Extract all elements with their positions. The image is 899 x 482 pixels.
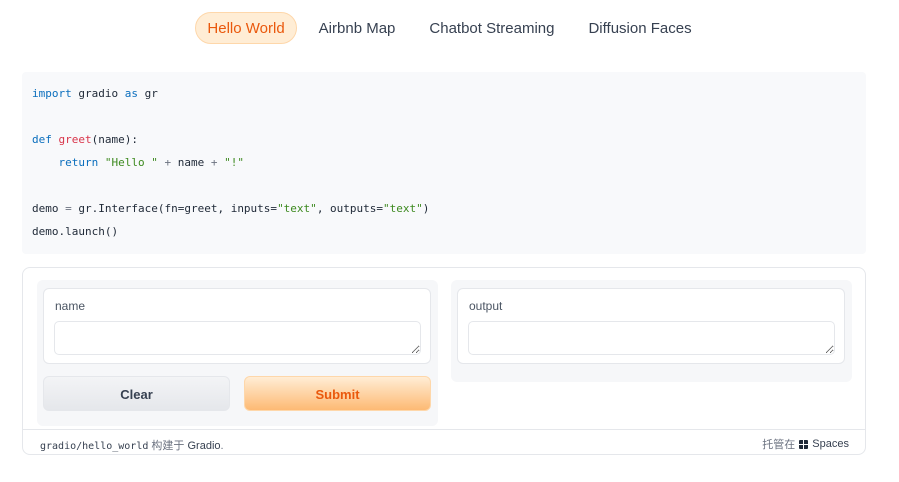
code-line: def greet(name): [32, 134, 856, 157]
input-column: name Clear Submit [37, 280, 438, 426]
code-string: "Hello " [104, 156, 158, 169]
code-text: (name): [91, 133, 138, 146]
repo-name: gradio/hello_world [40, 441, 149, 452]
code-function: greet [58, 133, 92, 146]
code-text: gradio [71, 87, 125, 100]
code-line: demo = gr.Interface(fn=greet, inputs="te… [32, 203, 856, 226]
hosted-on-text: 托管在 [762, 439, 796, 451]
submit-button[interactable]: Submit [244, 376, 431, 411]
code-line: demo.launch() [32, 226, 856, 249]
output-label: output [469, 299, 503, 313]
code-text: gr [137, 87, 158, 100]
footer-period: . [220, 440, 224, 452]
code-operator: + [210, 156, 218, 169]
code-text: name [171, 156, 211, 169]
name-label: name [55, 299, 86, 313]
code-keyword: import [32, 87, 72, 100]
gradio-link[interactable]: Gradio [188, 440, 221, 452]
spaces-link[interactable]: Spaces [812, 438, 849, 450]
code-string: "text" [277, 202, 317, 215]
code-line: return "Hello " + name + "!" [32, 157, 856, 180]
tab-chatbot-streaming[interactable]: Chatbot Streaming [417, 12, 566, 44]
code-text: , outputs= [316, 202, 384, 215]
name-field: name [43, 288, 431, 364]
code-text: demo.launch() [32, 225, 119, 238]
footer-attribution: gradio/hello_world 构建于 Gradio. [40, 437, 224, 453]
output-column: output [451, 280, 852, 382]
demo-tabs: Hello World Airbnb Map Chatbot Streaming… [0, 12, 899, 44]
tab-airbnb-map[interactable]: Airbnb Map [307, 12, 408, 44]
code-keyword: def [32, 133, 52, 146]
spaces-logo-icon [799, 439, 809, 449]
code-block: import gradio as gr def greet(name): ret… [22, 72, 866, 254]
name-input[interactable] [54, 321, 421, 355]
code-keyword: as [124, 87, 138, 100]
code-text: ) [422, 202, 430, 215]
demo-footer: gradio/hello_world 构建于 Gradio. 托管在 Space… [23, 429, 865, 455]
code-string: "!" [224, 156, 244, 169]
code-text: gr.Interface(fn=greet, inputs= [71, 202, 278, 215]
output-field: output [457, 288, 845, 364]
code-operator: = [65, 202, 72, 215]
code-string: "text" [383, 202, 423, 215]
built-with-text: 构建于 [148, 440, 188, 452]
code-text: demo [32, 202, 66, 215]
tab-hello-world[interactable]: Hello World [195, 12, 297, 44]
clear-button[interactable]: Clear [43, 376, 230, 411]
footer-hosting: 托管在 Spaces [762, 436, 849, 452]
code-line: import gradio as gr [32, 88, 856, 111]
tab-diffusion-faces[interactable]: Diffusion Faces [576, 12, 703, 44]
demo-panel: name Clear Submit output gradio/hello_wo… [22, 267, 866, 455]
code-keyword: return [58, 156, 99, 169]
output-textbox[interactable] [468, 321, 835, 355]
